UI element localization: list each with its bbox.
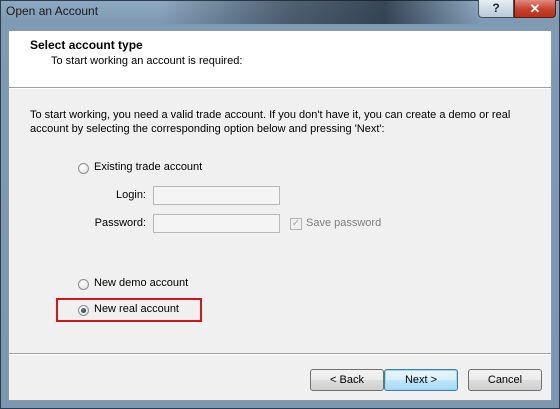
demo-account-label[interactable]: New demo account <box>94 277 188 289</box>
existing-account-radio[interactable] <box>78 163 89 174</box>
password-field[interactable] <box>153 214 280 233</box>
highlight-box <box>56 298 202 322</box>
close-icon: ✕ <box>529 1 541 16</box>
window-title: Open an Account <box>6 4 99 18</box>
checkmark-icon: ✓ <box>291 218 301 229</box>
next-button[interactable]: Next > <box>384 369 458 391</box>
page-subtitle: To start working an account is required: <box>51 55 243 67</box>
back-button[interactable]: < Back <box>310 369 384 391</box>
help-button[interactable]: ? <box>478 0 514 18</box>
cancel-button[interactable]: Cancel <box>468 369 542 391</box>
save-password-checkbox[interactable]: ✓ <box>290 218 302 230</box>
page-title: Select account type <box>30 38 143 52</box>
password-label: Password: <box>94 217 146 229</box>
title-bar-background <box>160 0 480 24</box>
save-password-label: Save password <box>306 217 382 229</box>
instructions-text: To start working, you need a valid trade… <box>30 109 511 135</box>
close-button[interactable]: ✕ <box>514 0 556 18</box>
login-label: Login: <box>116 189 146 201</box>
help-icon: ? <box>492 1 500 15</box>
login-field[interactable] <box>153 186 280 205</box>
demo-account-radio[interactable] <box>78 279 89 290</box>
footer-divider <box>9 353 551 355</box>
existing-account-label[interactable]: Existing trade account <box>94 161 202 173</box>
header-divider <box>9 87 551 89</box>
